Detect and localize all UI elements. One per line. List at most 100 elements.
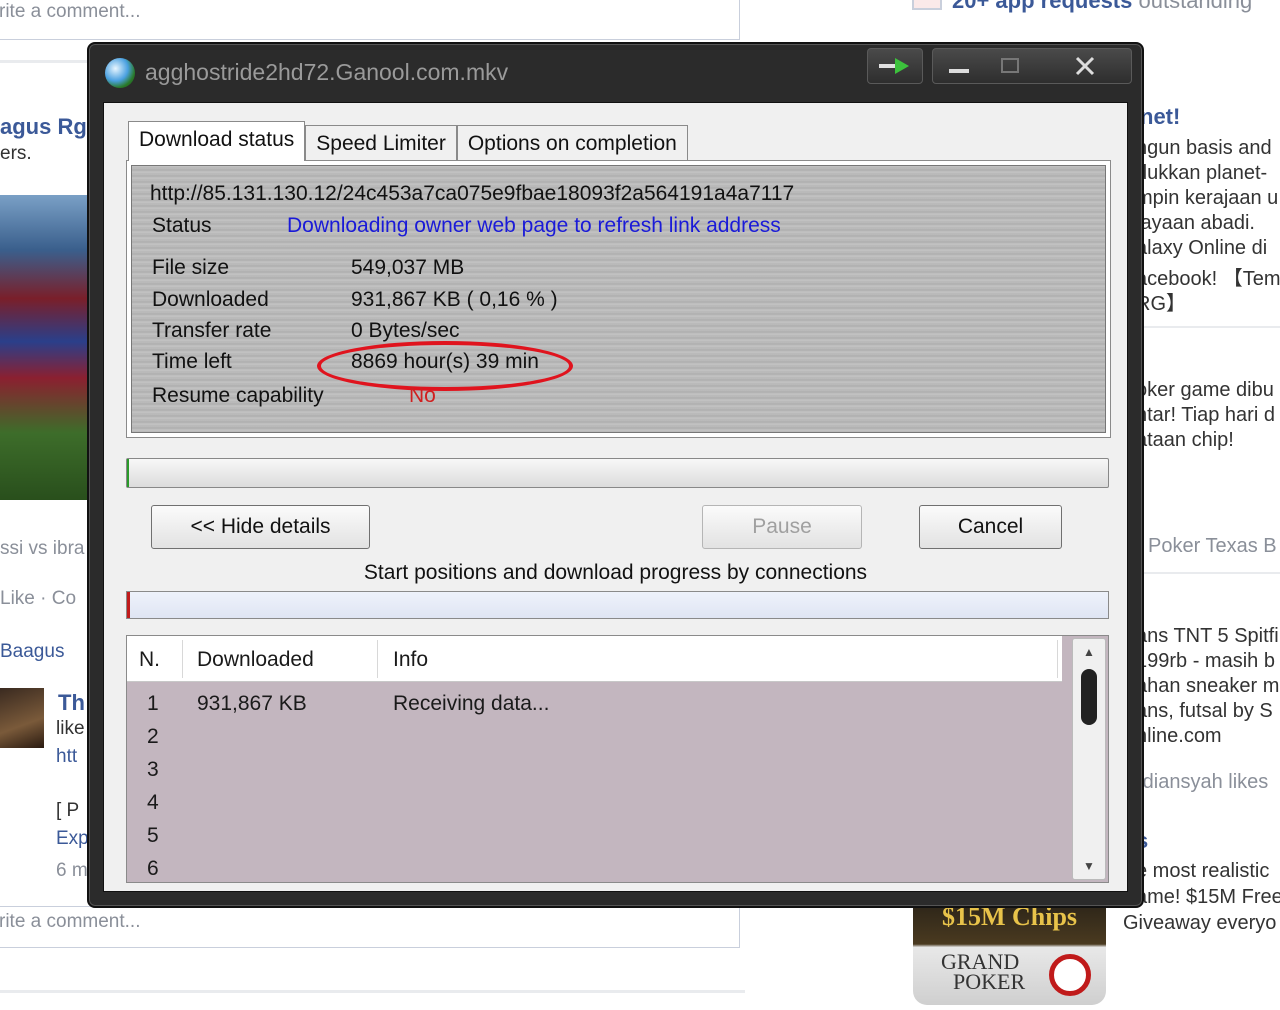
post-text: like <box>56 718 85 739</box>
move-to-tray-button[interactable] <box>867 48 923 84</box>
ad-line: ans TNT 5 Spitfi <box>1136 625 1279 647</box>
table-row[interactable]: 6 <box>127 857 1062 882</box>
table-row[interactable]: 2 <box>127 725 1062 758</box>
scroll-up-arrow-icon[interactable]: ▲ <box>1073 641 1105 663</box>
table-row[interactable]: 3 <box>127 758 1062 791</box>
commenter-name[interactable]: Baagus <box>0 641 64 663</box>
transfer-rate-value: 0 Bytes/sec <box>351 319 460 342</box>
idm-globe-icon <box>105 58 135 88</box>
file-size-label: File size <box>152 256 230 279</box>
divider <box>1130 326 1280 328</box>
row-number: 3 <box>147 758 159 781</box>
ad-like-line: rdiansyah likes <box>1136 771 1269 793</box>
column-separator[interactable] <box>182 640 183 678</box>
column-separator[interactable] <box>377 640 378 678</box>
column-header-downloaded[interactable]: Downloaded <box>197 648 314 672</box>
green-arrow-icon <box>879 58 909 74</box>
poker-logo-line: POKER <box>953 969 1026 994</box>
ad-line: ataan chip! <box>1136 429 1234 451</box>
post-time: 6 m <box>56 860 88 881</box>
table-row[interactable]: 1 931,867 KB Receiving data... <box>127 692 1062 725</box>
row-number: 6 <box>147 857 159 880</box>
tab-download-status[interactable]: Download status <box>128 121 306 161</box>
status-label: Status <box>152 214 212 237</box>
comment-placeholder: rite a comment... <box>0 911 141 932</box>
minimize-icon <box>949 69 969 73</box>
ad-like-line: Poker Texas B <box>1148 535 1277 557</box>
ad-line: alaxy Online di <box>1136 237 1268 259</box>
ad-title[interactable]: net! <box>1140 104 1180 130</box>
download-progress-fill <box>127 459 129 487</box>
pause-button[interactable]: Pause <box>702 505 862 549</box>
poker-ad-image[interactable]: $15M Chips GRAND POKER <box>913 900 1106 1005</box>
ad-line: jayaan abadi. <box>1136 212 1255 234</box>
title-bar[interactable]: agghostride2hd72.Ganool.com.mkv <box>89 44 1142 102</box>
ad-line: ans, futsal by S <box>1136 700 1273 722</box>
red-annotation-ellipse <box>317 341 573 391</box>
row-downloaded: 931,867 KB <box>197 692 307 715</box>
close-button[interactable] <box>1073 55 1097 77</box>
vertical-scrollbar[interactable]: ▲ ▼ <box>1072 638 1106 880</box>
post-text-2: [ P <box>56 800 80 821</box>
photo-caption: ssi vs ibra <box>0 538 85 559</box>
poker-logo: GRAND POKER <box>941 951 1026 994</box>
maximize-icon <box>1001 58 1019 73</box>
profile-subtitle: ers. <box>0 143 32 164</box>
transfer-rate-label: Transfer rate <box>152 319 272 342</box>
hide-details-button[interactable]: << Hide details <box>151 505 370 549</box>
post-link-2[interactable]: Exp <box>56 828 89 850</box>
cancel-button[interactable]: Cancel <box>919 505 1062 549</box>
row-number: 5 <box>147 824 159 847</box>
comment-placeholder: rite a comment... <box>0 1 141 22</box>
tab-speed-limiter[interactable]: Speed Limiter <box>305 125 457 161</box>
ad-line: ntar! Tiap hari d <box>1136 404 1275 426</box>
comment-input-bottom[interactable]: rite a comment... <box>0 906 740 948</box>
time-left-label: Time left <box>152 350 232 373</box>
connections-progress-bar <box>126 591 1109 619</box>
post-author[interactable]: Th <box>58 690 85 716</box>
resume-capability-label: Resume capability <box>152 384 324 407</box>
list-header: N. Downloaded Info <box>127 636 1062 682</box>
scroll-down-arrow-icon[interactable]: ▼ <box>1073 855 1105 877</box>
maximize-button[interactable] <box>999 57 1021 75</box>
table-row[interactable]: 5 <box>127 824 1062 857</box>
connection-start-marker <box>127 592 130 618</box>
status-value: Downloading owner web page to refresh li… <box>287 214 781 237</box>
scroll-thumb[interactable] <box>1081 669 1097 725</box>
column-separator[interactable] <box>1057 640 1058 678</box>
profile-name[interactable]: agus Rg <box>0 114 87 140</box>
row-info: Receiving data... <box>393 692 550 715</box>
ad-line: ame! $15M Free <box>1136 886 1280 908</box>
download-dialog: agghostride2hd72.Ganool.com.mkv Download… <box>87 42 1144 908</box>
divider <box>0 990 745 993</box>
ad-line: 199rb - masih b <box>1136 650 1275 672</box>
avatar[interactable] <box>0 688 44 748</box>
ad-line: ahan sneaker m <box>1136 675 1280 697</box>
ad-line: mpin kerajaan u <box>1136 187 1279 209</box>
ad-line: ngun basis and <box>1136 137 1272 159</box>
row-number: 4 <box>147 791 159 814</box>
download-progress-bar <box>126 458 1109 488</box>
sponsored-column: net! ngun basis and dukkan planet- mpin … <box>1123 0 1280 1010</box>
table-row[interactable]: 4 <box>127 791 1062 824</box>
downloaded-label: Downloaded <box>152 288 269 311</box>
app-requests-count: 20+ app requests <box>952 0 1133 13</box>
post-link[interactable]: htt <box>56 746 77 768</box>
comment-input-top[interactable]: rite a comment... <box>0 0 740 40</box>
like-comment-links[interactable]: Like · Co <box>0 588 76 610</box>
ad-line: nline.com <box>1136 725 1222 747</box>
ad-line: Giveaway everyo <box>1123 912 1277 934</box>
column-header-info[interactable]: Info <box>393 648 428 672</box>
column-header-number[interactable]: N. <box>139 648 160 672</box>
close-icon <box>1075 56 1095 76</box>
tab-options-on-completion[interactable]: Options on completion <box>456 125 688 161</box>
minimize-button[interactable] <box>947 59 971 75</box>
download-details: http://85.131.130.12/24c453a7ca075e9fbae… <box>131 165 1106 433</box>
ad-line: dukkan planet- <box>1136 162 1268 184</box>
post-photo[interactable] <box>0 195 88 500</box>
resume-capability-value: No <box>409 384 436 407</box>
dialog-client-area: Download status Speed Limiter Options on… <box>103 102 1128 892</box>
row-number: 1 <box>147 692 159 715</box>
connections-list[interactable]: N. Downloaded Info 1 931,867 KB Receivin… <box>126 635 1109 883</box>
ad-line: oker game dibu <box>1136 379 1274 401</box>
